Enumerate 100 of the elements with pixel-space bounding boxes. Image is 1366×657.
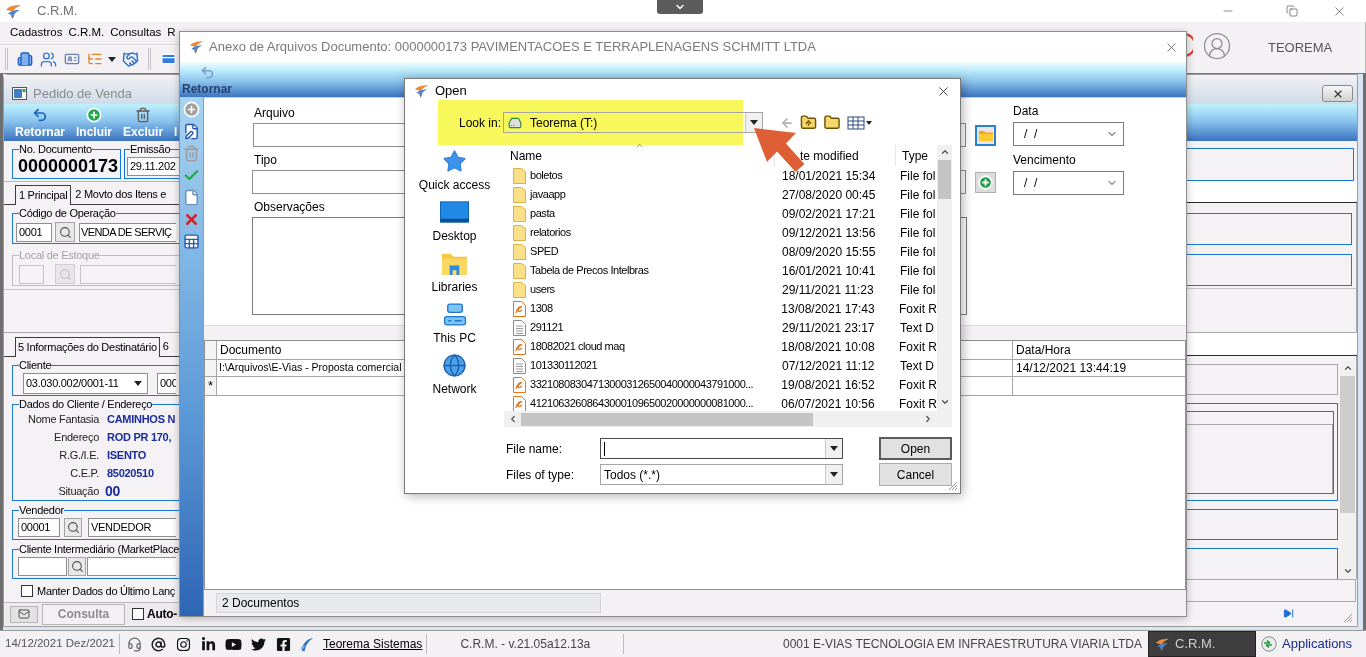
tab[interactable]: 2 Movto dos Itens e	[72, 185, 170, 204]
handshake-icon[interactable]	[122, 50, 139, 68]
file-name[interactable]: 41210632608643000109650020000000081000...	[530, 395, 754, 411]
new-folder-icon[interactable]	[823, 114, 841, 131]
document-icon[interactable]	[183, 189, 200, 206]
id-card-icon[interactable]	[64, 51, 80, 67]
edit-document-icon[interactable]	[183, 123, 200, 140]
file-name[interactable]: 291121	[530, 319, 564, 336]
date-field[interactable]: / /	[1013, 171, 1124, 195]
tree-list-icon[interactable]	[87, 51, 103, 67]
menu-item[interactable]: Consultas	[110, 24, 162, 42]
facebook-icon[interactable]	[276, 636, 291, 652]
caret-icon[interactable]	[108, 56, 116, 62]
file-type: Text D	[900, 357, 934, 375]
scroll-right-icon[interactable]	[923, 414, 933, 424]
search-button[interactable]	[55, 222, 75, 242]
view-menu-icon[interactable]	[847, 114, 873, 131]
input-field[interactable]: VENDA DE SERVIÇ	[79, 222, 176, 242]
dropdown-field[interactable]: 03.030.002/0001-11	[23, 373, 148, 394]
place-item[interactable]: Libraries	[409, 247, 500, 298]
tab[interactable]: 1 Principal	[15, 185, 72, 205]
scrollbar-thumb[interactable]	[938, 160, 951, 199]
file-name[interactable]: 101330112021	[530, 357, 598, 374]
date-field[interactable]: / /	[1013, 122, 1124, 146]
scroll-down-icon[interactable]	[939, 397, 950, 407]
last-record-icon[interactable]	[1283, 608, 1294, 619]
file-name[interactable]: pasta	[530, 205, 555, 222]
folder-button[interactable]	[975, 125, 996, 146]
search-button[interactable]	[68, 557, 86, 576]
input-field[interactable]: VENDEDOR	[88, 518, 176, 537]
input-field[interactable]	[87, 557, 176, 576]
vertical-scrollbar[interactable]	[937, 145, 952, 411]
resize-grip-icon	[1343, 612, 1353, 623]
user-avatar-icon[interactable]	[1202, 30, 1232, 61]
place-item[interactable]: Desktop	[409, 196, 500, 247]
building-icon[interactable]	[17, 51, 33, 67]
file-name[interactable]: 18082021 cloud maq	[530, 338, 625, 355]
grid-icon[interactable]	[183, 233, 200, 250]
input-field[interactable]	[18, 557, 67, 576]
connection-bar-toggle[interactable]	[657, 0, 703, 14]
menu-item[interactable]: C.R.M.	[68, 24, 105, 42]
sort-caret-icon	[635, 141, 644, 150]
scroll-up-icon[interactable]	[1342, 363, 1353, 373]
instagram-icon[interactable]	[176, 636, 191, 652]
scrollbar-thumb[interactable]	[1340, 376, 1355, 513]
people-icon[interactable]	[40, 50, 57, 68]
file-name[interactable]: users	[530, 281, 555, 298]
checkbox[interactable]	[132, 608, 144, 620]
file-name[interactable]: 33210808304713000312650040000043791000...	[530, 376, 754, 393]
file-name[interactable]: javaapp	[530, 186, 566, 203]
dropdown-field[interactable]: Teorema (T:)	[503, 112, 763, 133]
at-sign-icon[interactable]	[151, 636, 166, 652]
scroll-down-icon[interactable]	[1342, 566, 1353, 576]
vertical-scrollbar[interactable]	[1340, 361, 1355, 579]
search-button[interactable]	[64, 518, 82, 537]
add-button[interactable]	[975, 172, 996, 193]
close-button[interactable]	[1322, 85, 1353, 102]
field-value: 85020510	[107, 465, 154, 481]
linkedin-icon[interactable]	[201, 636, 216, 652]
headset-icon[interactable]	[127, 636, 142, 652]
input-field[interactable]	[600, 438, 843, 459]
scroll-up-icon[interactable]	[939, 147, 950, 157]
file-name[interactable]: boletos	[530, 167, 563, 184]
tab[interactable]: 5 Informações do Destinatário	[15, 337, 160, 357]
input-field[interactable]: 0001	[16, 222, 52, 242]
scrollbar-thumb[interactable]	[521, 412, 813, 426]
input-field[interactable]: 29.11.202	[127, 157, 179, 176]
checkbox[interactable]	[21, 585, 33, 597]
dropdown-field[interactable]: Todos (*.*)	[600, 464, 843, 485]
envelope-icon	[15, 608, 33, 620]
dialog-button[interactable]: Open	[879, 437, 952, 460]
file-name[interactable]: relatorios	[530, 224, 571, 241]
scroll-left-icon[interactable]	[508, 414, 518, 424]
menu-item[interactable]: Cadastros	[10, 24, 63, 42]
column-header[interactable]: Type	[896, 145, 937, 166]
file-name[interactable]: 1308	[530, 300, 553, 317]
restore-icon[interactable]	[1286, 5, 1298, 17]
dialog-button[interactable]: Cancel	[879, 463, 952, 486]
plus-circle-icon[interactable]	[183, 101, 200, 118]
field-label: Nome Fantasia	[28, 411, 99, 427]
menu-item[interactable]: R	[167, 24, 176, 42]
taskbar-item[interactable]: C.R.M.	[1148, 631, 1256, 657]
input-field[interactable]: 00001	[18, 518, 60, 537]
place-item[interactable]: Quick access	[409, 145, 500, 196]
twitter-icon[interactable]	[251, 636, 266, 652]
link[interactable]: Teorema Sistemas	[323, 635, 423, 653]
horizontal-scrollbar[interactable]	[504, 411, 937, 427]
card-icon[interactable]	[160, 51, 177, 67]
folder-up-icon[interactable]	[800, 114, 817, 131]
youtube-icon[interactable]	[225, 636, 242, 652]
file-name[interactable]: Tabela de Precos Intelbras	[530, 262, 649, 279]
column-header[interactable]: Data/Hora	[1013, 341, 1185, 359]
x-mark-icon[interactable]	[183, 211, 200, 228]
file-name[interactable]: SPED	[530, 243, 559, 260]
mail-button[interactable]	[10, 605, 38, 623]
file-type: Foxit R	[899, 376, 937, 394]
place-item[interactable]: This PC	[409, 298, 500, 349]
file-date: 29/11/2021 11:23	[782, 281, 874, 299]
tab[interactable]: 6	[160, 337, 171, 356]
swoosh-logo-icon[interactable]	[299, 636, 314, 652]
